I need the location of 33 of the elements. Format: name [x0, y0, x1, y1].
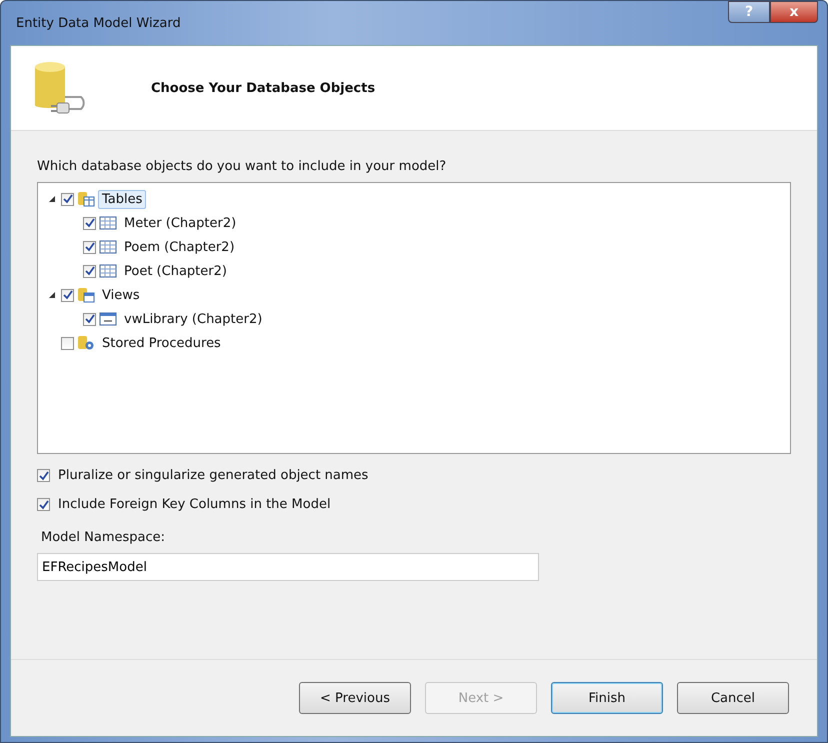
tree-item[interactable]: vwLibrary (Chapter2) — [120, 310, 266, 328]
folder-table-icon — [77, 191, 95, 207]
field-label: Model Namespace: — [41, 530, 166, 545]
checkbox[interactable] — [83, 264, 96, 278]
folder-window-icon — [77, 287, 95, 303]
prompt-text: Which database objects do you want to include in your model? — [37, 159, 448, 174]
folder-gear-icon — [77, 335, 95, 351]
tree-item[interactable]: Poet (Chapter2) — [120, 262, 231, 280]
view-icon — [99, 311, 117, 327]
tree-item[interactable]: Tables — [98, 190, 146, 208]
table-icon — [99, 263, 117, 279]
checkbox[interactable] — [61, 192, 74, 206]
option-label: Pluralize or singularize generated object names — [58, 468, 368, 483]
wizard-button[interactable]: Finish — [551, 682, 663, 714]
option-label: Include Foreign Key Columns in the Model — [58, 497, 331, 512]
namespace-field[interactable]: EFRecipesModel — [37, 553, 539, 581]
tree-item[interactable]: Meter (Chapter2) — [120, 214, 240, 232]
checkbox[interactable] — [37, 469, 50, 482]
tree-item[interactable]: Poem (Chapter2) — [120, 238, 239, 256]
window-title: Entity Data Model Wizard — [15, 16, 181, 30]
table-icon — [99, 239, 117, 255]
page-title: Choose Your Database Objects — [151, 80, 376, 96]
checkbox[interactable] — [37, 498, 50, 511]
tree-item[interactable]: Stored Procedures — [98, 334, 225, 352]
checkbox[interactable] — [61, 288, 74, 302]
checkbox[interactable] — [83, 216, 96, 230]
checkbox[interactable] — [83, 240, 96, 254]
checkbox[interactable] — [61, 336, 74, 350]
wizard-button[interactable]: < Previous — [299, 682, 411, 714]
table-icon — [99, 215, 117, 231]
checkbox[interactable] — [83, 312, 96, 326]
tree-item[interactable]: Views — [98, 286, 144, 304]
wizard-button[interactable]: Cancel — [677, 682, 789, 714]
